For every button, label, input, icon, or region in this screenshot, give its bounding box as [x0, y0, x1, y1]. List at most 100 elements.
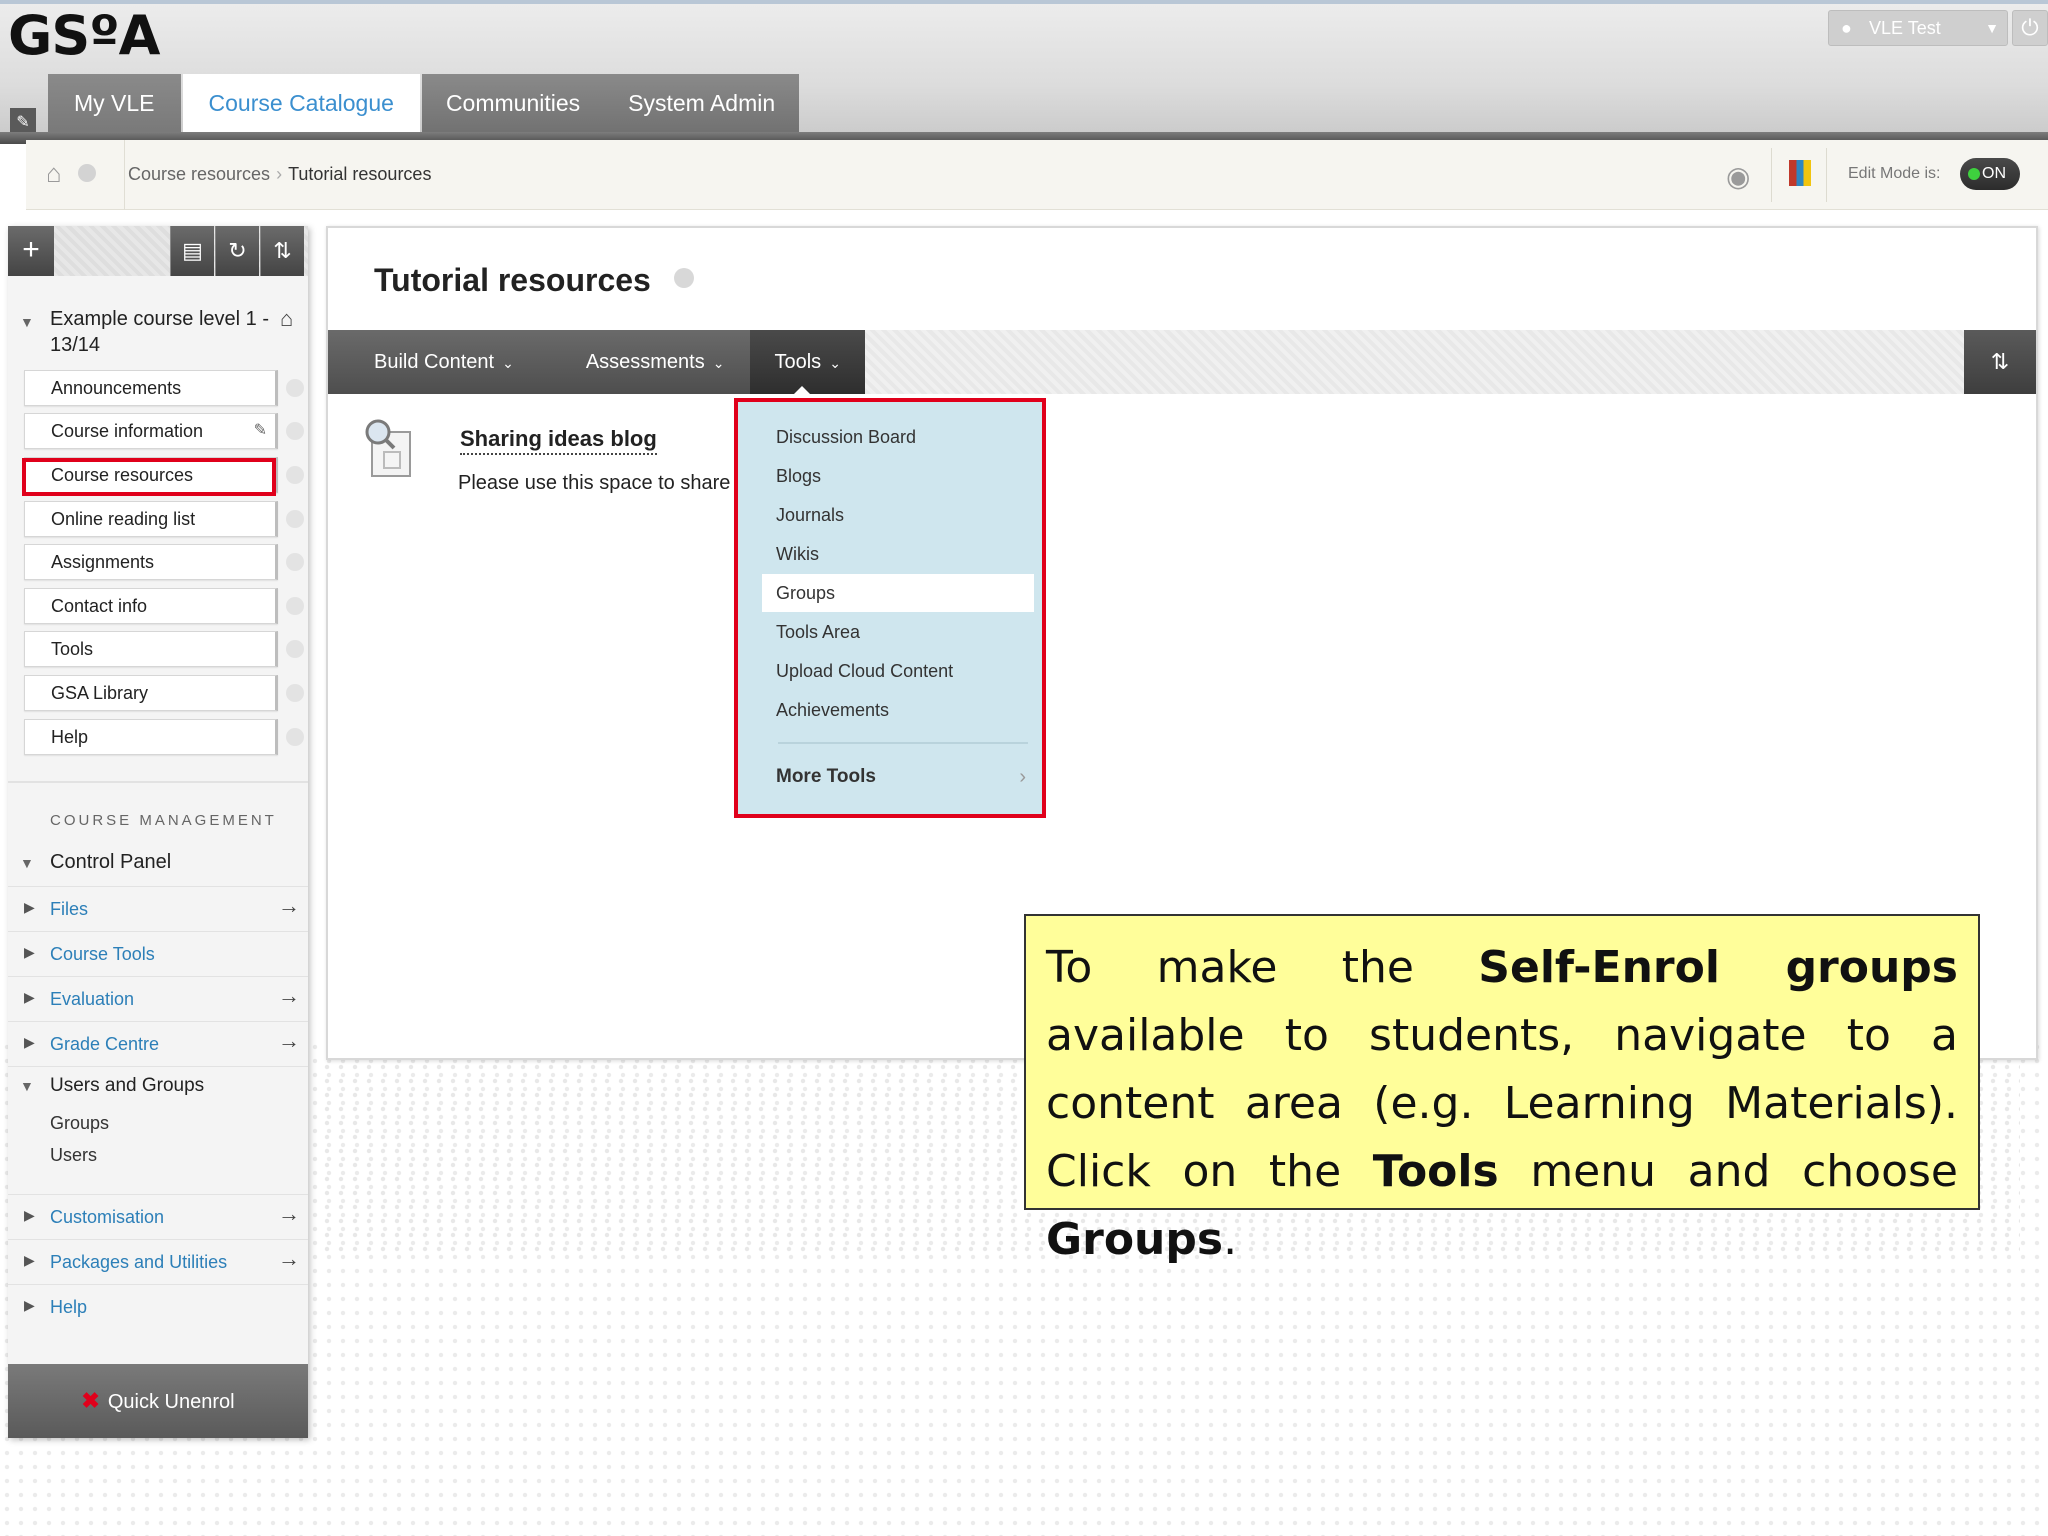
menu-item-course-information[interactable]: Course information ✎	[24, 413, 278, 449]
blog-description: Please use this space to share	[458, 472, 731, 494]
tools-dropdown-list: Discussion Board Blogs Journals Wikis Gr…	[738, 402, 1042, 814]
link-groups[interactable]: Groups	[50, 1113, 109, 1134]
menu-item-gsa-library[interactable]: GSA Library	[24, 675, 278, 711]
more-tools-item[interactable]: More Tools ›	[738, 752, 1042, 802]
callout-bold: Tools	[1372, 1146, 1499, 1197]
menu-item-online-reading-list[interactable]: Online reading list	[24, 501, 278, 537]
control-panel-item-label: Files	[50, 899, 89, 919]
action-bar: Build Content ⌄ Assessments ⌄ Tools ⌄ ⇅	[328, 330, 2036, 396]
quick-unenrol-button[interactable]: ✖ Quick Unenrol	[8, 1364, 308, 1438]
menu-item-tools-area[interactable]: Tools Area	[738, 613, 1042, 651]
menu-item-achievements[interactable]: Achievements	[738, 691, 1042, 729]
control-panel-item-grade-centre[interactable]: ▶ Grade Centre →	[8, 1021, 308, 1065]
control-panel-item-course-tools[interactable]: ▶ Course Tools	[8, 931, 308, 975]
breadcrumb-item-current: Tutorial resources	[288, 164, 432, 184]
top-header: GSºA ✎ ● VLE Test ▼ ⏻ My VLE Course Cata…	[0, 0, 2048, 144]
home-icon[interactable]: ⌂	[46, 158, 62, 189]
arrow-right-icon: →	[278, 893, 300, 918]
course-management-header: COURSE MANAGEMENT	[50, 812, 277, 829]
control-panel-item-label: Customisation	[50, 1207, 165, 1227]
link-users[interactable]: Users	[50, 1145, 97, 1166]
tools-button[interactable]: Tools ⌄	[750, 330, 865, 394]
collapse-icon[interactable]: ▼	[20, 1078, 34, 1094]
control-panel-item-files[interactable]: ▶ Files →	[8, 886, 308, 930]
item-options-icon[interactable]	[286, 510, 304, 528]
menu-item-blogs[interactable]: Blogs	[738, 457, 1042, 495]
title-options-icon[interactable]	[674, 268, 694, 288]
breadcrumb-item-course-resources[interactable]: Course resources	[128, 164, 270, 184]
menu-item-help[interactable]: Help	[24, 719, 278, 755]
gsa-logo: GSºA	[8, 4, 160, 67]
menu-item-journals[interactable]: Journals	[738, 496, 1042, 534]
page-title: Tutorial resources	[374, 262, 651, 298]
collapse-icon[interactable]: ▼	[20, 855, 34, 871]
chevron-down-icon: ▼	[1985, 20, 1999, 36]
item-options-icon[interactable]	[286, 422, 304, 440]
control-panel-label[interactable]: Control Panel	[50, 851, 171, 874]
control-panel-item-label: Evaluation	[50, 989, 135, 1009]
callout-text: menu and choose	[1498, 1146, 1958, 1197]
assessments-button[interactable]: Assessments ⌄	[540, 330, 751, 394]
menu-item-announcements[interactable]: Announcements	[24, 370, 278, 406]
add-menu-item-button[interactable]: +	[8, 226, 54, 276]
expand-icon: ▶	[24, 944, 35, 960]
logout-button[interactable]: ⏻	[2012, 10, 2048, 46]
user-name: VLE Test	[1869, 18, 1941, 38]
menu-item-wikis[interactable]: Wikis	[738, 535, 1042, 573]
menu-item-discussion-board[interactable]: Discussion Board	[738, 418, 1042, 456]
item-options-icon[interactable]	[286, 379, 304, 397]
close-icon: ✖	[81, 1388, 100, 1413]
item-options-icon[interactable]	[286, 466, 304, 484]
chevron-down-icon: ⌄	[712, 355, 725, 371]
edit-mode-indicator	[1968, 168, 1980, 180]
item-options-icon[interactable]	[286, 640, 304, 658]
control-panel-item-help[interactable]: ▶ Help	[8, 1284, 308, 1328]
breadcrumb: Course resources › Tutorial resources	[128, 164, 431, 185]
refresh-icon[interactable]: ↻	[215, 226, 259, 276]
expand-icon: ▶	[24, 1034, 35, 1050]
theme-palette-icon[interactable]	[1789, 160, 1811, 186]
control-panel-item-customisation[interactable]: ▶ Customisation →	[8, 1194, 308, 1238]
student-preview-icon[interactable]: ◉	[1726, 160, 1750, 193]
item-options-icon[interactable]	[286, 684, 304, 702]
toolbar-divider	[1826, 148, 1827, 202]
course-menu-toolbar: + ▤ ↻ ⇅	[8, 226, 308, 276]
breadcrumb-options-icon[interactable]	[78, 164, 96, 182]
control-panel-item-label: Course Tools	[50, 944, 155, 964]
arrow-right-icon: →	[278, 1201, 300, 1226]
chevron-down-icon: ⌄	[502, 355, 514, 371]
folder-view-icon[interactable]: ▤	[170, 226, 214, 276]
control-panel-item-evaluation[interactable]: ▶ Evaluation →	[8, 976, 308, 1020]
menu-item-contact-info[interactable]: Contact info	[24, 588, 278, 624]
menu-item-assignments[interactable]: Assignments	[24, 544, 278, 580]
edit-mode-value: ON	[1982, 165, 2006, 182]
reorder-icon[interactable]: ⇅	[1964, 330, 2036, 394]
chevron-down-icon: ⌄	[829, 355, 841, 371]
reorder-icon[interactable]: ⇅	[260, 226, 304, 276]
expand-icon: ▶	[24, 1207, 35, 1223]
blog-icon	[365, 419, 411, 477]
build-content-button[interactable]: Build Content ⌄	[328, 330, 540, 394]
expand-icon: ▶	[24, 1297, 35, 1313]
arrow-right-icon: →	[278, 1028, 300, 1053]
user-menu[interactable]: ● VLE Test ▼	[1828, 10, 2008, 46]
menu-item-tools[interactable]: Tools	[24, 631, 278, 667]
action-label: Build Content	[374, 351, 495, 373]
item-options-icon[interactable]	[286, 553, 304, 571]
item-options-icon[interactable]	[286, 597, 304, 615]
course-title[interactable]: Example course level 1 - 13/14	[50, 306, 280, 358]
users-and-groups-label[interactable]: Users and Groups	[50, 1075, 204, 1097]
menu-item-groups[interactable]: Groups	[762, 574, 1034, 612]
menu-item-upload-cloud-content[interactable]: Upload Cloud Content	[738, 652, 1042, 690]
control-panel-item-label: Help	[50, 1297, 88, 1317]
collapse-icon[interactable]: ▼	[20, 314, 34, 330]
blog-link[interactable]: Sharing ideas blog	[460, 426, 657, 455]
callout-text: To make the	[1046, 942, 1479, 993]
quick-unenrol-label: Quick Unenrol	[107, 1391, 235, 1413]
item-options-icon[interactable]	[286, 728, 304, 746]
user-icon: ●	[1841, 18, 1852, 38]
edit-mode-toggle[interactable]: ON	[1960, 158, 2020, 190]
menu-divider	[778, 742, 1028, 744]
tools-dropdown-menu: Discussion Board Blogs Journals Wikis Gr…	[734, 398, 1046, 818]
control-panel-item-packages-utilities[interactable]: ▶ Packages and Utilities →	[8, 1239, 308, 1283]
